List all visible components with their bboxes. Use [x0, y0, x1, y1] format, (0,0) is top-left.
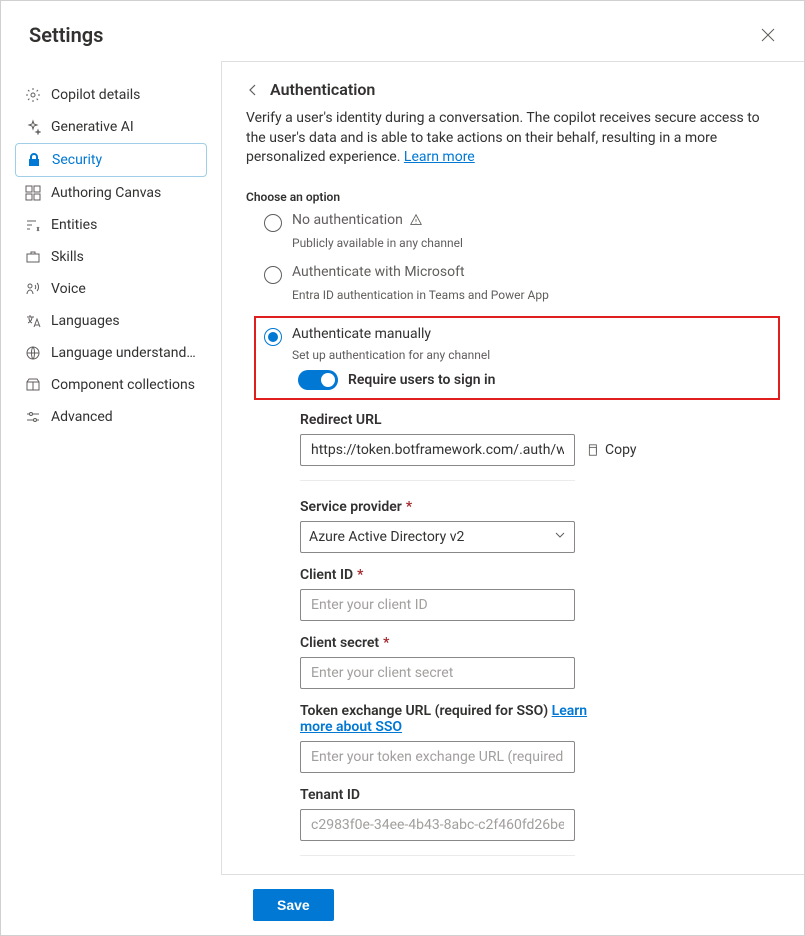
service-provider-select[interactable]: Azure Active Directory v2	[300, 521, 575, 553]
close-button[interactable]	[752, 19, 784, 51]
main-panel: Authentication Verify a user's identity …	[221, 61, 804, 875]
required-marker: *	[383, 635, 389, 651]
radio-icon[interactable]	[264, 328, 282, 346]
required-marker: *	[406, 499, 412, 515]
option-title: Authenticate manually	[292, 326, 431, 342]
required-marker: *	[357, 567, 363, 583]
require-signin-label: Require users to sign in	[348, 372, 495, 388]
option-subtitle: Entra ID authentication in Teams and Pow…	[292, 288, 780, 302]
save-button[interactable]: Save	[253, 889, 334, 921]
sliders-icon	[25, 409, 41, 425]
sidebar-item-entities[interactable]: Entities	[15, 209, 207, 241]
footer: Save	[1, 875, 804, 935]
page-description: Verify a user's identity during a conver…	[246, 109, 780, 168]
sidebar-item-label: Entities	[51, 217, 97, 233]
close-icon	[761, 28, 775, 42]
require-signin-toggle[interactable]	[298, 370, 338, 390]
option-subtitle: Publicly available in any channel	[292, 236, 780, 250]
sidebar-item-authoring-canvas[interactable]: Authoring Canvas	[15, 177, 207, 209]
auth-option-group: No authentication Publicly available in …	[246, 212, 780, 875]
back-button[interactable]	[246, 83, 260, 97]
entities-icon	[25, 217, 41, 233]
choose-option-label: Choose an option	[246, 190, 780, 204]
tenant-id-input	[300, 809, 575, 841]
token-exchange-label: Token exchange URL (required for SSO) Le…	[300, 703, 590, 735]
voice-icon	[25, 281, 41, 297]
client-secret-input[interactable]	[300, 657, 575, 689]
sidebar-item-voice[interactable]: Voice	[15, 273, 207, 305]
briefcase-icon	[25, 249, 41, 265]
language-icon	[25, 313, 41, 329]
copy-icon	[585, 443, 599, 457]
copy-button[interactable]: Copy	[585, 442, 637, 458]
tenant-id-label: Tenant ID	[300, 787, 780, 803]
client-id-input[interactable]	[300, 589, 575, 621]
window-header: Settings	[1, 1, 804, 61]
sidebar-item-label: Security	[52, 152, 102, 168]
sidebar-item-label: Language understandi...	[51, 345, 197, 361]
learn-more-link[interactable]: Learn more	[404, 149, 475, 165]
require-signin-row: Require users to sign in	[298, 370, 770, 390]
divider	[300, 855, 575, 856]
chevron-left-icon	[247, 84, 259, 96]
description-text: Verify a user's identity during a conver…	[246, 110, 760, 165]
radio-icon[interactable]	[264, 266, 282, 284]
sidebar-item-label: Generative AI	[51, 119, 134, 135]
settings-window: Settings Copilot details Generative AI	[0, 0, 805, 936]
divider	[300, 480, 575, 481]
option-title: Authenticate with Microsoft	[292, 264, 465, 280]
warning-icon	[409, 213, 423, 227]
sidebar-item-label: Advanced	[51, 409, 113, 425]
chevron-down-icon	[554, 529, 566, 545]
sidebar-item-label: Authoring Canvas	[51, 185, 161, 201]
option-no-authentication[interactable]: No authentication	[264, 212, 780, 232]
client-secret-label: Client secret*	[300, 635, 780, 651]
option-subtitle: Set up authentication for any channel	[292, 348, 770, 362]
sidebar-item-skills[interactable]: Skills	[15, 241, 207, 273]
option-authenticate-microsoft[interactable]: Authenticate with Microsoft	[264, 264, 780, 284]
settings-sidebar: Copilot details Generative AI Security A…	[1, 61, 221, 875]
globe-icon	[25, 345, 41, 361]
redirect-url-input[interactable]	[300, 434, 575, 466]
copy-label: Copy	[605, 442, 637, 458]
sidebar-item-generative-ai[interactable]: Generative AI	[15, 111, 207, 143]
sidebar-item-language-understanding[interactable]: Language understandi...	[15, 337, 207, 369]
sidebar-item-label: Component collections	[51, 377, 195, 393]
sidebar-item-label: Copilot details	[51, 87, 140, 103]
package-icon	[25, 377, 41, 393]
sidebar-item-copilot-details[interactable]: Copilot details	[15, 79, 207, 111]
token-exchange-input[interactable]	[300, 741, 575, 773]
sparkle-icon	[25, 119, 41, 135]
option-authenticate-manually[interactable]: Authenticate manually	[264, 326, 770, 346]
page-title: Authentication	[270, 80, 375, 99]
sidebar-item-component-collections[interactable]: Component collections	[15, 369, 207, 401]
sidebar-item-label: Voice	[51, 281, 86, 297]
service-provider-label: Service provider*	[300, 499, 780, 515]
gear-icon	[25, 87, 41, 103]
select-value: Azure Active Directory v2	[309, 529, 464, 545]
scopes-label: Scopes	[300, 874, 780, 875]
sidebar-item-security[interactable]: Security	[15, 143, 207, 177]
sidebar-item-label: Languages	[51, 313, 120, 329]
grid-icon	[25, 185, 41, 201]
radio-icon[interactable]	[264, 214, 282, 232]
window-body: Copilot details Generative AI Security A…	[1, 61, 804, 875]
main-header: Authentication	[246, 80, 780, 99]
sidebar-item-label: Skills	[51, 249, 84, 265]
option-authenticate-manually-highlight: Authenticate manually Set up authenticat…	[254, 316, 780, 400]
window-title: Settings	[29, 23, 103, 47]
lock-icon	[26, 152, 42, 168]
client-id-label: Client ID*	[300, 567, 780, 583]
sidebar-item-advanced[interactable]: Advanced	[15, 401, 207, 433]
manual-auth-form: Redirect URL Copy Service provider*	[264, 412, 780, 875]
sidebar-item-languages[interactable]: Languages	[15, 305, 207, 337]
option-title: No authentication	[292, 212, 423, 228]
redirect-url-label: Redirect URL	[300, 412, 780, 428]
